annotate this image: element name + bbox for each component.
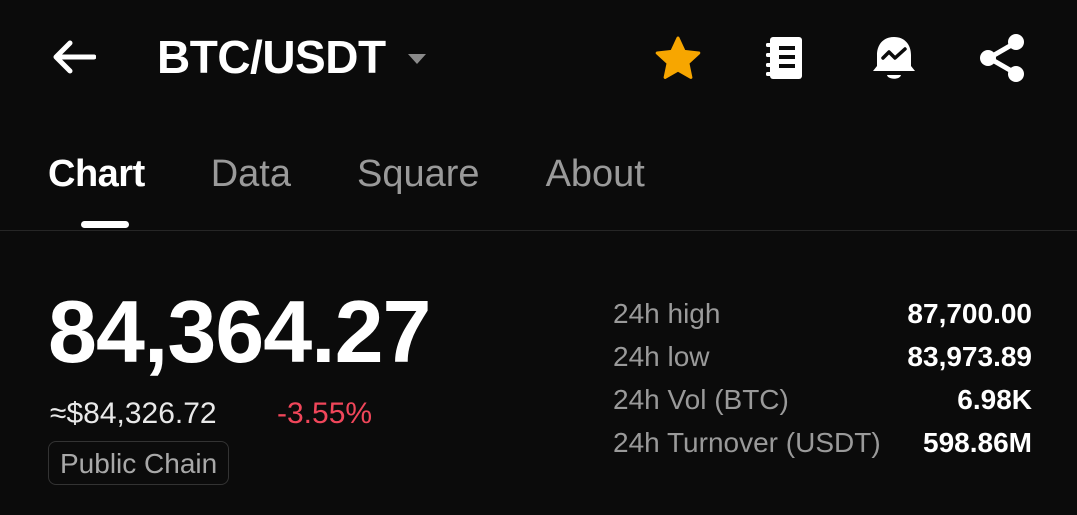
share-icon <box>980 34 1024 82</box>
pair-selector[interactable]: BTC/USDT <box>157 30 426 84</box>
stat-value-24h-high: 87,700.00 <box>907 298 1032 329</box>
divider <box>0 230 1077 231</box>
tab-data[interactable]: Data <box>211 150 291 198</box>
arrow-left-icon <box>53 40 96 74</box>
share-button[interactable] <box>976 32 1028 84</box>
favorite-button[interactable] <box>652 32 704 84</box>
stat-value-24h-vol: 6.98K <box>957 384 1032 415</box>
pair-title: BTC/USDT <box>157 31 386 83</box>
tab-bar: Chart Data Square About <box>48 150 711 198</box>
stat-label-24h-high: 24h high <box>613 298 721 329</box>
star-icon <box>655 36 701 79</box>
notes-button[interactable] <box>758 32 810 84</box>
price-change-percent: -3.55% <box>277 397 373 430</box>
notebook-icon <box>766 37 802 79</box>
stat-value-24h-turnover: 598.86M <box>923 427 1032 458</box>
stat-label-24h-turnover: 24h Turnover (USDT) <box>613 427 881 458</box>
bell-alert-icon <box>873 37 915 79</box>
last-price: 84,364.27 <box>48 282 431 381</box>
tab-chart[interactable]: Chart <box>48 150 145 198</box>
stat-label-24h-vol: 24h Vol (BTC) <box>613 384 789 415</box>
price-alert-button[interactable] <box>868 32 920 84</box>
active-tab-indicator <box>81 221 129 228</box>
tab-square[interactable]: Square <box>357 150 480 198</box>
back-button[interactable] <box>50 32 106 82</box>
usd-price: ≈$84,326.72 <box>50 397 217 430</box>
category-tag[interactable]: Public Chain <box>48 441 230 485</box>
caret-down-icon <box>407 54 426 64</box>
stat-value-24h-low: 83,973.89 <box>907 341 1032 372</box>
stat-label-24h-low: 24h low <box>613 341 710 372</box>
ticker-screen: BTC/USDT Chart Data Square About 84,364.… <box>0 0 1077 515</box>
tab-about[interactable]: About <box>546 150 645 198</box>
